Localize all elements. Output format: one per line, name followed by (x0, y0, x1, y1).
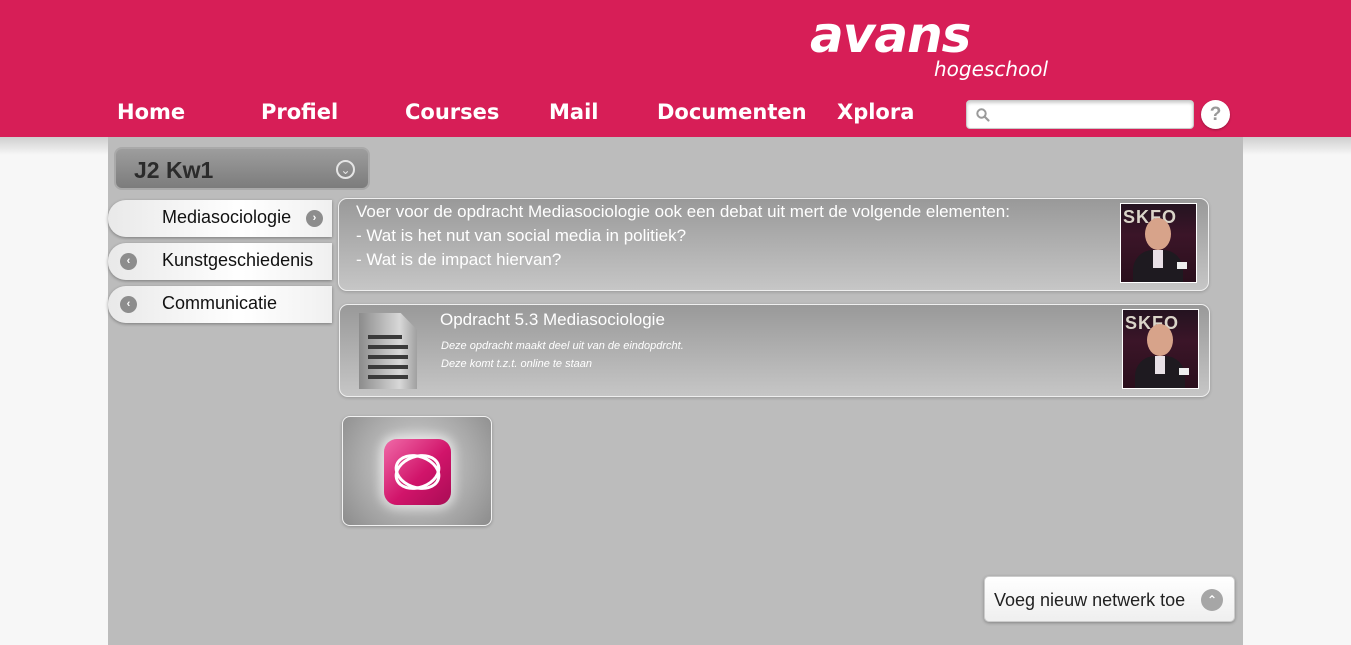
avatar-badge (1179, 368, 1189, 375)
search-icon (976, 108, 990, 122)
app-ring (389, 447, 446, 497)
chevron-left-icon: ‹ (120, 253, 137, 270)
course-tab-label: Kunstgeschiedenis (162, 250, 314, 270)
doc-line (368, 335, 402, 339)
brand-subtitle: hogeschool (934, 57, 1049, 81)
avatar-face (1147, 324, 1173, 356)
brand-logo[interactable]: avans (810, 6, 971, 64)
add-network-button[interactable]: Voeg nieuw netwerk toe ⌃ (984, 576, 1235, 622)
chevron-down-icon: ⌄ (336, 160, 355, 179)
xplora-app-icon (384, 439, 451, 505)
doc-line (368, 375, 408, 379)
avatar[interactable]: SKFO (1120, 203, 1197, 283)
avatar-shirt (1155, 356, 1165, 374)
course-tab-mediasociologie[interactable]: Mediasociologie › (108, 200, 332, 237)
post-description: Deze opdracht maakt deel uit van de eind… (441, 340, 684, 352)
post-line: - Wat is de impact hiervan? (356, 250, 562, 269)
doc-line (368, 365, 408, 369)
avatar-badge (1177, 262, 1187, 269)
nav-xplora[interactable]: Xplora (837, 100, 914, 124)
nav-documenten[interactable]: Documenten (657, 100, 807, 124)
chevron-left-icon: ‹ (120, 296, 137, 313)
course-tab-kunstgeschiedenis[interactable]: ‹ Kunstgeschiedenis (108, 243, 332, 280)
term-label: J2 Kw1 (134, 157, 214, 183)
nav-courses[interactable]: Courses (405, 100, 499, 124)
term-selector[interactable]: J2 Kw1 ⌄ (114, 147, 370, 190)
add-network-label: Voeg nieuw netwerk toe (994, 590, 1186, 610)
post-line: Voer voor de opdracht Mediasociologie oo… (356, 202, 1010, 221)
course-tab-communicatie[interactable]: ‹ Communicatie (108, 286, 332, 323)
post-description: Deze komt t.z.t. online te staan (441, 358, 593, 370)
help-icon[interactable]: ? (1201, 100, 1230, 129)
course-tab-label: Mediasociologie (162, 207, 292, 227)
post-title: Opdracht 5.3 Mediasociologie (440, 310, 665, 329)
search-input[interactable] (995, 104, 1185, 125)
chevron-up-icon: ⌃ (1201, 589, 1223, 611)
chevron-right-icon: › (306, 210, 323, 227)
search-box[interactable] (966, 100, 1194, 129)
xplora-app-tile[interactable] (342, 416, 492, 526)
document-icon (359, 313, 417, 389)
doc-line (368, 345, 408, 349)
avatar-shirt (1153, 250, 1163, 268)
avatar-face (1145, 218, 1171, 250)
doc-line (368, 355, 408, 359)
course-tab-label: Communicatie (162, 293, 278, 313)
nav-mail[interactable]: Mail (549, 100, 598, 124)
nav-home[interactable]: Home (117, 100, 185, 124)
nav-profiel[interactable]: Profiel (261, 100, 338, 124)
post-line: - Wat is het nut van social media in pol… (356, 226, 687, 245)
avatar[interactable]: SKFO (1122, 309, 1199, 389)
